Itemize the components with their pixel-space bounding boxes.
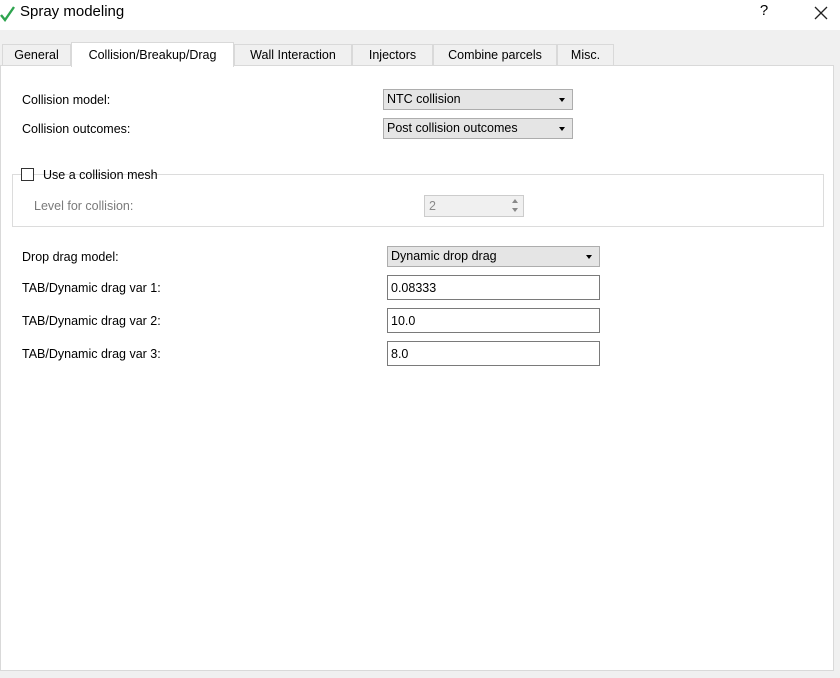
collision-level-value: 2 (429, 199, 436, 213)
chevron-down-icon (559, 98, 565, 102)
tab-panel: Collision model: NTC collision Collision… (0, 65, 834, 671)
chevron-down-icon (586, 255, 592, 259)
window-title: Spray modeling (20, 3, 125, 20)
drop-drag-model-select[interactable]: Dynamic drop drag (387, 246, 600, 267)
chevron-down-icon (559, 127, 565, 131)
drag-var2-field[interactable]: 10.0 (387, 308, 600, 333)
drag-var3-field[interactable]: 8.0 (387, 341, 600, 366)
drag-var3-label: TAB/Dynamic drag var 3: (22, 347, 161, 361)
drop-drag-model-value: Dynamic drop drag (391, 249, 497, 263)
collision-level-label: Level for collision: (34, 199, 134, 213)
collision-outcomes-value: Post collision outcomes (387, 121, 518, 135)
help-button[interactable]: ? (757, 2, 771, 19)
drag-var1-label: TAB/Dynamic drag var 1: (22, 281, 161, 295)
collision-outcomes-select[interactable]: Post collision outcomes (383, 118, 573, 139)
collision-mesh-toggle[interactable]: Use a collision mesh (21, 167, 158, 185)
drag-var3-value: 8.0 (391, 347, 409, 361)
tab-misc[interactable]: Misc. (557, 44, 614, 65)
tab-combine-parcels[interactable]: Combine parcels (433, 44, 557, 65)
spinbox-buttons (509, 197, 522, 215)
drop-drag-model-label: Drop drag model: (22, 250, 119, 264)
spin-up-icon[interactable] (509, 197, 522, 206)
drag-var2-label: TAB/Dynamic drag var 2: (22, 314, 161, 328)
drag-var2-value: 10.0 (391, 314, 416, 328)
close-icon[interactable] (812, 4, 830, 22)
collision-level-spinbox[interactable]: 2 (424, 195, 524, 217)
tab-collision-breakup-drag[interactable]: Collision/Breakup/Drag (71, 42, 234, 67)
tab-general[interactable]: General (2, 44, 71, 65)
check-icon (0, 6, 15, 23)
collision-model-value: NTC collision (387, 92, 461, 106)
collision-mesh-checkbox-label[interactable]: Use a collision mesh (43, 168, 158, 182)
drag-var1-field[interactable]: 0.08333 (387, 275, 600, 300)
collision-model-select[interactable]: NTC collision (383, 89, 573, 110)
tab-injectors[interactable]: Injectors (352, 44, 433, 65)
drag-var1-value: 0.08333 (391, 281, 437, 295)
tab-bar: General Collision/Breakup/Drag Wall Inte… (0, 42, 840, 67)
collision-mesh-checkbox[interactable] (21, 168, 34, 181)
spin-down-icon[interactable] (509, 206, 522, 215)
tab-wall-interaction[interactable]: Wall Interaction (234, 44, 352, 65)
title-bar: Spray modeling ? (0, 0, 840, 30)
collision-outcomes-label: Collision outcomes: (22, 122, 131, 136)
collision-model-label: Collision model: (22, 93, 111, 107)
